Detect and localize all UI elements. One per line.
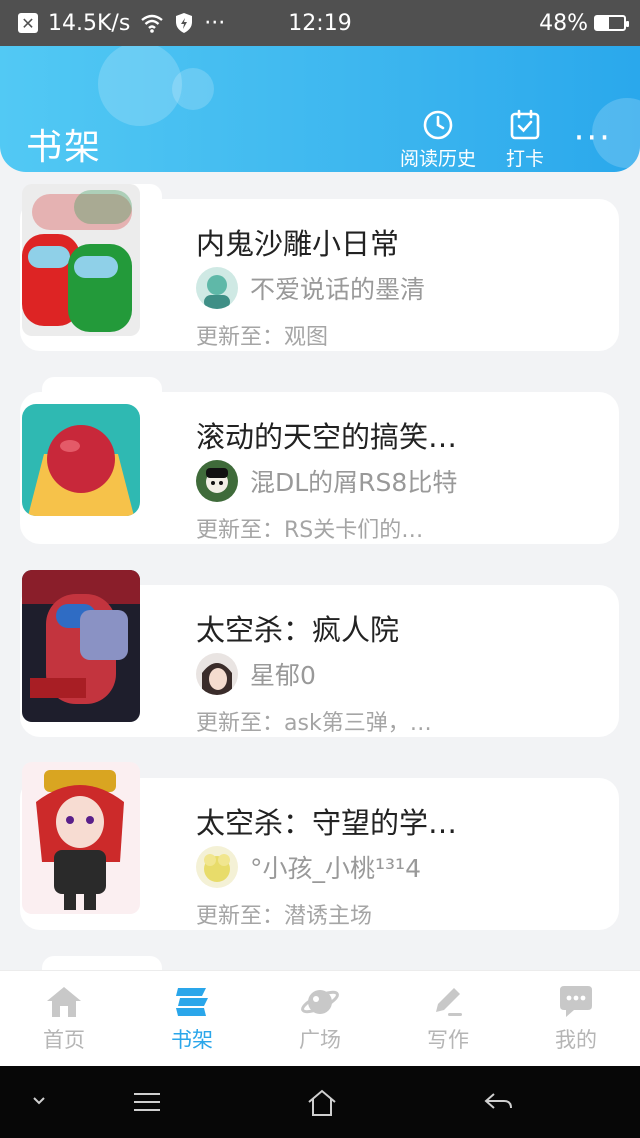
tab-write[interactable]: 写作 <box>384 971 512 1066</box>
checkin-button[interactable]: 打卡 <box>506 108 544 171</box>
home-icon <box>47 986 81 1017</box>
back-nav-button[interactable] <box>482 1088 514 1116</box>
tab-label: 写作 <box>427 1027 469 1052</box>
battery-percent: 48% <box>539 10 588 36</box>
author-name: 混DL的屑RS8比特 <box>250 468 458 497</box>
author-avatar <box>196 653 238 695</box>
pen-icon <box>436 987 462 1016</box>
book-title: 滚动的天空的搞笑… <box>196 420 458 454</box>
hide-nav-button[interactable] <box>30 1088 48 1116</box>
planet-icon <box>301 989 339 1014</box>
clock-icon <box>423 110 453 140</box>
network-speed: 14.5K/s <box>48 10 131 36</box>
chat-bubble-icon <box>560 985 592 1017</box>
update-prefix: 更新至： <box>196 904 285 929</box>
menu-button[interactable] <box>132 1088 162 1116</box>
home-nav-button[interactable] <box>306 1088 338 1118</box>
update-value: 观图 <box>284 325 329 350</box>
rolling-ball-cover-image <box>22 404 140 516</box>
update-value: 潜诱主场 <box>284 904 373 929</box>
tab-home[interactable]: 首页 <box>0 971 128 1066</box>
tab-mine[interactable]: 我的 <box>512 971 640 1066</box>
calendar-check-icon <box>510 109 540 140</box>
chevron-down-icon <box>33 1097 45 1105</box>
book-cover[interactable] <box>22 762 140 914</box>
decorative-bubble <box>172 68 214 110</box>
update-info: 更新至：RS关卡们的… <box>196 512 423 544</box>
system-navigation-bar <box>0 1066 640 1138</box>
author-name: 星郁0 <box>250 661 316 690</box>
update-value: RS关卡们的… <box>284 518 424 543</box>
header: 书架 阅读历史 打卡 ··· <box>0 46 640 172</box>
reading-history-label: 阅读历史 <box>400 148 477 170</box>
book-title: 内鬼沙雕小日常 <box>196 227 400 261</box>
tab-square[interactable]: 广场 <box>256 971 384 1066</box>
notification-icon: ✕ <box>18 13 38 33</box>
update-prefix: 更新至： <box>196 518 285 543</box>
author-avatar <box>196 267 238 309</box>
crewmate-cover-image <box>22 184 140 336</box>
book-cover[interactable] <box>22 184 140 336</box>
author-avatar <box>196 846 238 888</box>
update-prefix: 更新至： <box>196 711 285 736</box>
author-name: 不爱说话的墨清 <box>250 275 426 304</box>
bottom-tab-bar: 首页 书架 广场 写作 我的 <box>0 970 640 1066</box>
status-bar: ✕ 14.5K/s ··· 12:19 48% <box>0 0 640 46</box>
book-cover[interactable] <box>22 404 140 516</box>
space-character-cover-image <box>22 570 140 722</box>
menu-icon <box>134 1093 160 1111</box>
red-hair-character-cover-image <box>22 762 140 914</box>
update-info: 更新至：观图 <box>196 319 328 351</box>
update-info: 更新至：ask第三弹，… <box>196 705 432 737</box>
checkin-label: 打卡 <box>506 148 545 170</box>
home-outline-icon <box>308 1089 336 1116</box>
tab-label: 广场 <box>299 1027 341 1052</box>
book-cover[interactable] <box>22 570 140 722</box>
book-title: 太空杀：守望的学… <box>196 806 458 840</box>
tab-label: 我的 <box>555 1027 597 1052</box>
bookshelf-icon <box>176 987 208 1016</box>
battery-icon <box>594 15 629 31</box>
tab-label: 首页 <box>43 1027 85 1052</box>
decorative-bubble <box>98 46 182 126</box>
tab-bookshelf[interactable]: 书架 <box>128 971 256 1066</box>
author-name: °小孩_小桃¹³¹4 <box>250 854 421 883</box>
more-button[interactable]: ··· <box>574 121 612 155</box>
shield-icon <box>176 13 193 33</box>
update-value: ask第三弹，… <box>284 711 432 736</box>
back-arrow-icon <box>484 1093 512 1109</box>
reading-history-button[interactable]: 阅读历史 <box>400 108 476 171</box>
tab-label: 书架 <box>171 1027 213 1052</box>
book-title: 太空杀：疯人院 <box>196 613 400 647</box>
author-avatar <box>196 460 238 502</box>
page-title: 书架 <box>26 127 103 168</box>
update-prefix: 更新至： <box>196 325 285 350</box>
status-dots: ··· <box>204 10 226 36</box>
update-info: 更新至：潜诱主场 <box>196 898 372 930</box>
wifi-icon <box>141 14 164 33</box>
